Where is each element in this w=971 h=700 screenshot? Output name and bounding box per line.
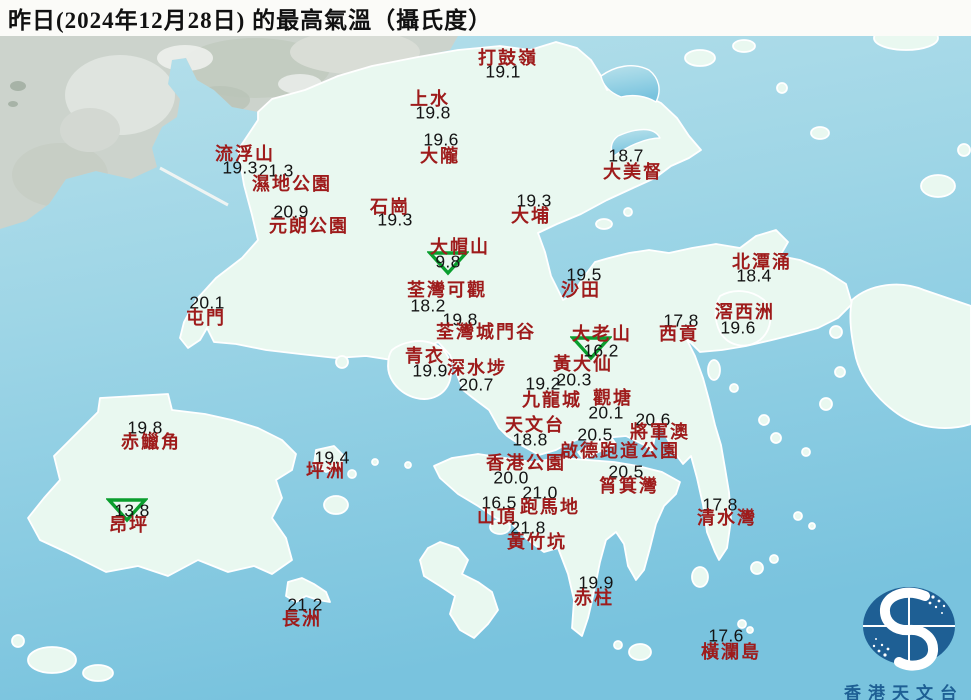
station-name-label: 石崗: [370, 197, 410, 217]
station-name-label: 沙田: [561, 280, 601, 300]
station-name-label: 青衣: [405, 346, 445, 366]
station-name-label: 筲箕灣: [599, 476, 659, 496]
station-name-label: 橫瀾島: [701, 642, 761, 662]
station-name-label: 元朗公園: [269, 216, 349, 236]
station-name-label: 將軍澳: [630, 422, 690, 442]
station-name-label: 深水埗: [447, 358, 507, 378]
station-name-label: 天文台: [505, 415, 565, 435]
station-name-label: 赤柱: [574, 588, 614, 608]
station-name-label: 長洲: [282, 609, 322, 629]
station-name-label: 黃大仙: [553, 354, 613, 374]
station-name-label: 大帽山: [430, 237, 490, 257]
station-name-label: 西貢: [659, 324, 699, 344]
title-bar: 昨日(2024年12月28日) 的最高氣溫（攝氏度）: [0, 0, 971, 36]
station-name-label: 大美督: [603, 162, 663, 182]
weather-map-page: 昨日(2024年12月28日) 的最高氣溫（攝氏度） 19.1 打鼓嶺 19.8 上水…: [0, 0, 971, 700]
station-name-label: 大老山: [572, 324, 632, 344]
hko-logo-text-zh: 香港天文台: [844, 684, 964, 700]
hko-logo-mark: [863, 587, 955, 671]
station-name-label: 北潭涌: [732, 252, 792, 272]
station-name-label: 觀塘: [593, 388, 633, 408]
station-name-label: 跑馬地: [520, 497, 580, 517]
station-name-label: 香港公園: [486, 453, 566, 473]
station-name-label: 九龍城: [522, 390, 582, 410]
station-name-label: 坪洲: [306, 461, 346, 481]
station-name-label: 大隴: [420, 146, 460, 166]
stations-layer: 19.1 打鼓嶺 19.8 上水 19.6 大隴 19.3 流浮山 21.3 濕地公園 20.9 元朗…: [0, 0, 971, 700]
station-name-label: 荃灣城門谷: [436, 322, 536, 342]
station-name-label: 清水灣: [697, 508, 757, 528]
station-name-label: 屯門: [186, 308, 226, 328]
station-name-label: 赤鱲角: [121, 432, 181, 452]
station-name-label: 荃灣可觀: [407, 280, 487, 300]
station-name-label: 上水: [410, 89, 450, 109]
station-name-label: 濕地公園: [252, 174, 332, 194]
station-name-label: 打鼓嶺: [478, 48, 538, 68]
station-name-label: 滘西洲: [715, 302, 775, 322]
page-title: 昨日(2024年12月28日) 的最高氣溫（攝氏度）: [8, 8, 493, 33]
station-name-label: 昂坪: [109, 515, 149, 535]
station-name-label: 大埔: [511, 206, 551, 226]
station-name-label: 黃竹坑: [507, 532, 567, 552]
hko-logo: 香港天文台 HONG KONG OBSERVATORY: [836, 583, 971, 700]
